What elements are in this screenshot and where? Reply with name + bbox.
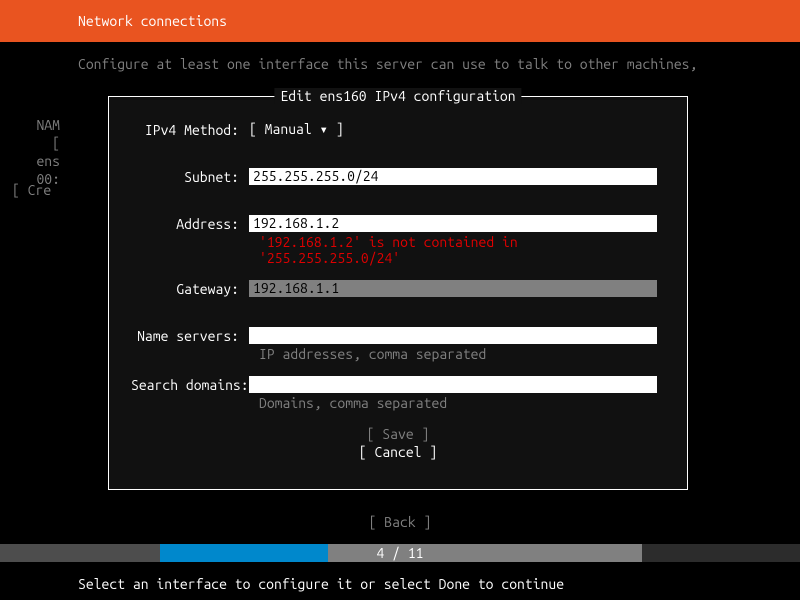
- progress-text: 4 / 11: [0, 544, 800, 562]
- header-bar: Network connections: [0, 0, 800, 42]
- subnet-input[interactable]: 255.255.255.0/24: [249, 168, 657, 185]
- nameservers-input[interactable]: [249, 327, 657, 344]
- address-input[interactable]: 192.168.1.2: [249, 215, 657, 232]
- nameservers-hint: IP addresses, comma separated: [259, 346, 665, 362]
- instruction-text: Configure at least one interface this se…: [0, 42, 800, 72]
- method-label: IPv4 Method:: [131, 121, 249, 138]
- address-label: Address:: [131, 215, 249, 232]
- back-button[interactable]: [ Back ]: [0, 514, 800, 530]
- address-error-line1: '192.168.1.2' is not contained in: [259, 234, 665, 250]
- searchdomains-hint: Domains, comma separated: [259, 395, 665, 411]
- gateway-label: Gateway:: [131, 280, 249, 297]
- gateway-input[interactable]: 192.168.1.1: [249, 280, 657, 297]
- ipv4-config-dialog: Edit ens160 IPv4 configuration IPv4 Meth…: [108, 96, 688, 490]
- subnet-label: Subnet:: [131, 168, 249, 185]
- cancel-button[interactable]: [ Cancel ]: [131, 443, 665, 461]
- dialog-title: Edit ens160 IPv4 configuration: [274, 88, 521, 104]
- searchdomains-label: Search domains:: [131, 376, 249, 393]
- background-partial-text: NAM [ ens 00:: [32, 116, 60, 188]
- background-partial-text-2: [ Cre: [12, 182, 51, 198]
- address-error-line2: '255.255.255.0/24': [259, 250, 665, 266]
- searchdomains-input[interactable]: [249, 376, 657, 393]
- page-title: Network connections: [78, 13, 227, 29]
- method-dropdown[interactable]: [ Manual ▾ ]: [249, 121, 344, 138]
- save-button[interactable]: [ Save ]: [131, 425, 665, 443]
- footer-hint: Select an interface to configure it or s…: [78, 576, 564, 592]
- nameservers-label: Name servers:: [131, 327, 249, 344]
- progress-bar: 4 / 11: [0, 544, 800, 562]
